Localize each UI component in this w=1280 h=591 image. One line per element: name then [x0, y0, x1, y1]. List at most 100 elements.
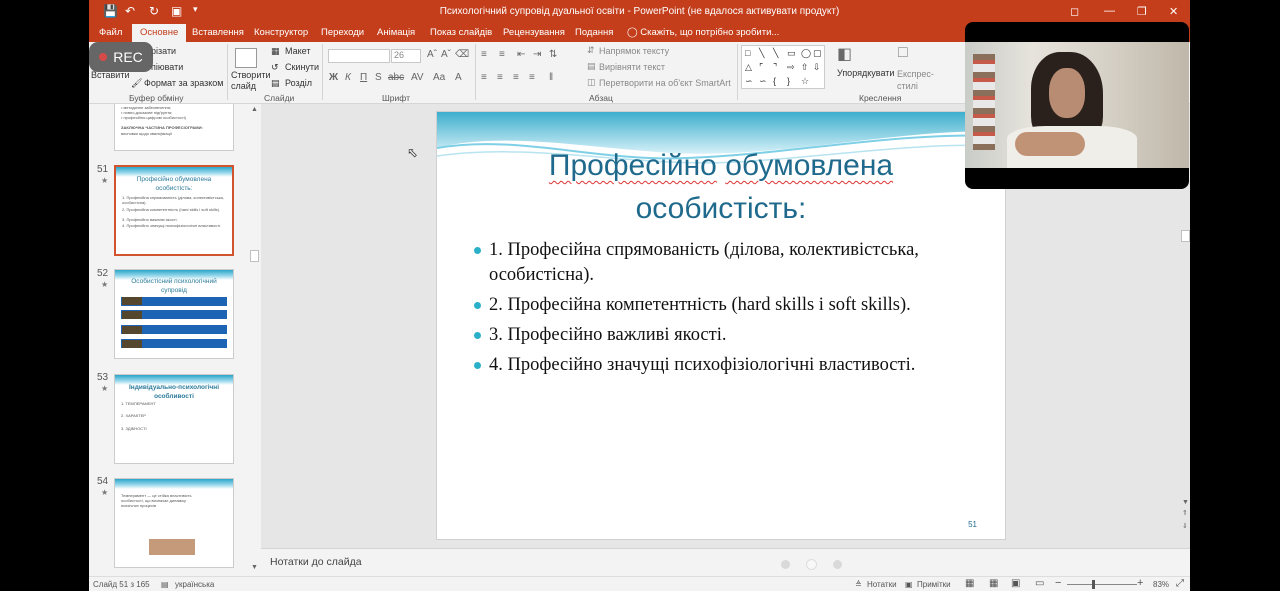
- tab-file[interactable]: Файл: [99, 27, 122, 38]
- italic-button[interactable]: К: [345, 72, 351, 83]
- slide-sorter-icon[interactable]: ▦: [989, 578, 998, 589]
- increase-font-icon[interactable]: Aˆ: [427, 49, 437, 60]
- oval-shape-icon[interactable]: ◯: [801, 48, 811, 59]
- scrollbar-thumb[interactable]: [1181, 230, 1190, 242]
- scrollbar-thumb[interactable]: [250, 250, 259, 262]
- smartart-button[interactable]: Перетворити на об'єкт SmartArt: [599, 78, 731, 88]
- scroll-up-icon[interactable]: ▲: [251, 106, 258, 113]
- font-color-button[interactable]: A: [455, 72, 462, 83]
- reset-button[interactable]: Скинути: [285, 62, 319, 72]
- curve-shape-icon[interactable]: ∽: [759, 76, 767, 87]
- close-icon[interactable]: ✕: [1169, 5, 1178, 18]
- shapes-gallery[interactable]: □ ╲ ╲ ▭ ◯ ▢ △ ⌜ ⌝ ⇨ ⇧ ⇩ ∽ ∽ { } ☆: [741, 45, 825, 89]
- decrease-indent-icon[interactable]: ⇤: [517, 49, 525, 60]
- justify-icon[interactable]: ≡: [529, 72, 535, 83]
- slide-thumbnail[interactable]: • методичне забезпечення; • повно-доказо…: [114, 104, 234, 151]
- slide-thumbnail[interactable]: Темперамент — це стійка властивість особ…: [114, 478, 234, 568]
- line-spacing-icon[interactable]: ⇅: [549, 49, 557, 60]
- tab-insert[interactable]: Вставлення: [192, 27, 244, 38]
- quick-styles-button[interactable]: Експрес-стилі: [897, 68, 934, 92]
- bullets-icon[interactable]: ≡: [481, 49, 487, 60]
- columns-icon[interactable]: ‖: [549, 72, 553, 83]
- rounded-rect-shape-icon[interactable]: ▢: [813, 48, 822, 59]
- shadow-button[interactable]: S: [375, 72, 382, 83]
- scroll-down-icon[interactable]: ▼: [1182, 499, 1189, 506]
- brace-shape-icon[interactable]: }: [787, 76, 790, 86]
- change-case-button[interactable]: Aa: [433, 72, 445, 83]
- scroll-down-icon[interactable]: ▼: [251, 564, 258, 571]
- numbering-icon[interactable]: ≡: [499, 49, 505, 60]
- slide-thumbnail[interactable]: Індивідуально-психологічні особливості 1…: [114, 374, 234, 464]
- slide-thumbnail[interactable]: Особистісний психологічний супровід: [114, 269, 234, 359]
- webcam-video-overlay[interactable]: [965, 22, 1189, 189]
- tab-view[interactable]: Подання: [575, 27, 613, 38]
- tab-home[interactable]: Основне: [132, 24, 187, 42]
- new-slide-icon[interactable]: [235, 48, 257, 68]
- format-painter-button[interactable]: Формат за зразком: [144, 78, 224, 88]
- elbow-shape-icon[interactable]: ⌝: [773, 62, 777, 73]
- next-slide-icon[interactable]: ⇓: [1182, 522, 1188, 530]
- zoom-out-icon[interactable]: −: [1055, 577, 1061, 589]
- thumbnails-scrollbar[interactable]: ▲ ▼: [249, 104, 259, 576]
- reading-view-icon[interactable]: ▣: [1011, 578, 1020, 589]
- normal-view-icon[interactable]: ▦: [965, 578, 974, 589]
- curve-shape-icon[interactable]: ∽: [745, 76, 753, 87]
- tab-design[interactable]: Конструктор: [254, 27, 308, 38]
- format-painter-icon[interactable]: 🖌: [131, 78, 142, 89]
- zoom-slider-thumb[interactable]: [1092, 580, 1095, 589]
- brace-shape-icon[interactable]: {: [773, 76, 776, 86]
- strikethrough-button[interactable]: abc: [388, 72, 404, 83]
- decrease-font-icon[interactable]: Aˇ: [441, 49, 451, 60]
- restore-icon[interactable]: ❐: [1137, 5, 1147, 18]
- arrow-down-shape-icon[interactable]: ⇩: [813, 62, 821, 73]
- notes-pane[interactable]: Нотатки до слайда: [261, 548, 1190, 576]
- font-size-field[interactable]: 26: [391, 49, 421, 63]
- slideshow-view-icon[interactable]: ▭: [1035, 578, 1044, 589]
- elbow-shape-icon[interactable]: ⌜: [759, 62, 763, 73]
- slide-title[interactable]: Професійно обумовлена особистість:: [497, 144, 945, 230]
- tab-slideshow[interactable]: Показ слайдів: [430, 27, 492, 38]
- align-left-icon[interactable]: ≡: [481, 72, 487, 83]
- zoom-slider-track[interactable]: [1067, 584, 1137, 585]
- arrow-up-shape-icon[interactable]: ⇧: [801, 62, 809, 73]
- tell-me-box[interactable]: ◯ Скажіть, що потрібно зробити...: [627, 27, 779, 38]
- increase-indent-icon[interactable]: ⇥: [533, 49, 541, 60]
- underline-button[interactable]: П: [360, 72, 367, 83]
- zoom-in-icon[interactable]: +: [1137, 577, 1143, 589]
- line-shape-icon[interactable]: ╲: [759, 48, 764, 59]
- minimize-icon[interactable]: —: [1104, 5, 1115, 17]
- cut-button[interactable]: різати: [151, 46, 176, 56]
- font-name-field[interactable]: [328, 49, 390, 63]
- char-spacing-button[interactable]: AV: [411, 72, 424, 83]
- notes-placeholder[interactable]: Нотатки до слайда: [270, 556, 362, 568]
- clear-format-icon[interactable]: ⌫: [455, 49, 469, 60]
- arrow-right-shape-icon[interactable]: ⇨: [787, 62, 795, 73]
- text-direction-button[interactable]: Напрямок тексту: [599, 46, 669, 56]
- slide-content-placeholder[interactable]: 1. Професійна спрямованість (ділова, кол…: [473, 238, 953, 383]
- align-right-icon[interactable]: ≡: [513, 72, 519, 83]
- previous-slide-icon[interactable]: ⇑: [1182, 509, 1188, 517]
- zoom-level[interactable]: 83%: [1153, 580, 1169, 589]
- language-indicator[interactable]: українська: [175, 580, 214, 589]
- star-shape-icon[interactable]: ☆: [801, 76, 809, 87]
- textbox-shape-icon[interactable]: □: [745, 48, 750, 58]
- spellcheck-icon[interactable]: ▤: [161, 580, 169, 589]
- new-slide-button[interactable]: Створити слайд: [231, 70, 271, 92]
- fit-to-window-icon[interactable]: ⤢: [1176, 578, 1184, 589]
- copy-button[interactable]: піювати: [151, 62, 183, 72]
- triangle-shape-icon[interactable]: △: [745, 62, 752, 73]
- comments-button[interactable]: Примітки: [917, 580, 951, 589]
- bold-button[interactable]: Ж: [329, 72, 338, 83]
- current-slide[interactable]: Професійно обумовлена особистість: 1. Пр…: [437, 112, 1005, 539]
- slide-thumbnail-selected[interactable]: Професійно обумовлена особистість: 1. Пр…: [114, 165, 234, 256]
- tab-review[interactable]: Рецензування: [503, 27, 565, 38]
- tab-transitions[interactable]: Переходи: [321, 27, 364, 38]
- arrange-button[interactable]: Упорядкувати: [837, 68, 894, 78]
- tab-animation[interactable]: Анімація: [377, 27, 415, 38]
- notes-button[interactable]: Нотатки: [867, 580, 897, 589]
- layout-button[interactable]: Макет: [285, 46, 310, 56]
- ribbon-options-icon[interactable]: ◻: [1070, 5, 1079, 18]
- align-center-icon[interactable]: ≡: [497, 72, 503, 83]
- align-text-button[interactable]: Вирівняти текст: [599, 62, 665, 72]
- rectangle-shape-icon[interactable]: ▭: [787, 48, 796, 59]
